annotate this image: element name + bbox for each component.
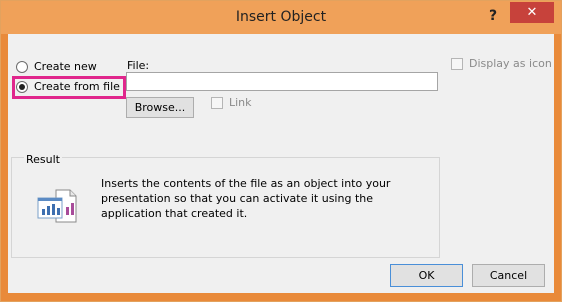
link-label: Link — [229, 96, 252, 109]
create-from-file-option[interactable]: Create from file — [16, 80, 120, 93]
cancel-button[interactable]: Cancel — [472, 264, 545, 287]
file-path-input[interactable] — [126, 72, 438, 91]
display-as-icon-checkbox[interactable] — [451, 57, 463, 70]
dialog-body: Create new Create from file File: Browse… — [8, 34, 554, 293]
create-from-file-label: Create from file — [34, 80, 120, 93]
display-as-icon-option[interactable]: Display as icon — [451, 57, 552, 70]
link-checkbox[interactable] — [211, 96, 223, 109]
file-object-chart-icon — [37, 189, 77, 223]
file-label: File: — [127, 59, 150, 72]
insert-object-dialog: Insert Object ? ✕ Create new Create from… — [0, 0, 562, 302]
result-label: Result — [24, 153, 62, 166]
create-new-radio[interactable] — [16, 60, 28, 73]
close-button[interactable]: ✕ — [510, 2, 554, 23]
dialog-title: Insert Object — [235, 9, 327, 25]
result-description: Inserts the contents of the file as an o… — [101, 177, 391, 220]
display-as-icon-label: Display as icon — [469, 57, 552, 70]
ok-button[interactable]: OK — [390, 264, 463, 287]
create-new-label: Create new — [34, 60, 97, 73]
create-from-file-radio[interactable] — [16, 80, 28, 93]
link-option[interactable]: Link — [211, 96, 252, 109]
help-button[interactable]: ? — [481, 5, 505, 27]
browse-button[interactable]: Browse... — [126, 97, 194, 118]
title-bar[interactable]: Insert Object ? ✕ — [1, 1, 561, 34]
create-new-option[interactable]: Create new — [16, 60, 97, 73]
